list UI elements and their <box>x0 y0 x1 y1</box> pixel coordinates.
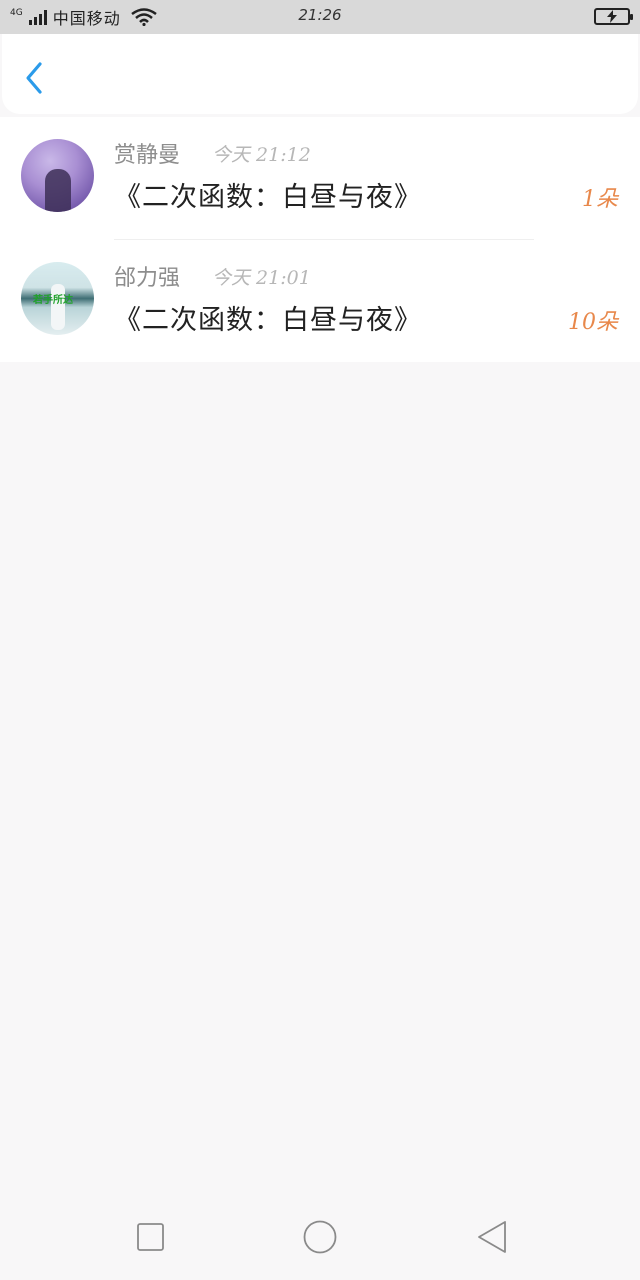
user-name: 邰力强 <box>114 266 181 291</box>
back-button[interactable] <box>16 60 52 96</box>
circle-icon <box>303 1220 337 1254</box>
header <box>2 34 638 114</box>
flower-count: 1朵 <box>582 187 618 212</box>
timestamp: 今天 21:12 <box>212 144 311 166</box>
avatar[interactable] <box>21 139 94 212</box>
gift-list: 赏静曼 今天 21:12 《二次函数：白昼与夜》 1朵 若手所达 邰力强 今天 … <box>0 117 640 362</box>
triangle-back-icon <box>478 1221 506 1253</box>
timestamp: 今天 21:01 <box>212 267 311 289</box>
list-item[interactable]: 若手所达 邰力强 今天 21:01 《二次函数：白昼与夜》 10朵 <box>0 240 640 362</box>
avatar[interactable]: 若手所达 <box>21 262 94 335</box>
home-button[interactable] <box>302 1217 338 1261</box>
chevron-left-icon <box>26 62 42 94</box>
recent-apps-button[interactable] <box>136 1217 166 1261</box>
work-title: 《二次函数：白昼与夜》 <box>114 182 422 213</box>
avatar-text: 若手所达 <box>33 295 73 306</box>
user-name: 赏静曼 <box>114 143 181 168</box>
status-bar: 4G 中国移动 21:26 <box>0 0 640 34</box>
status-time: 21:26 <box>298 6 342 24</box>
flower-count: 10朵 <box>568 310 618 335</box>
battery-charging-icon <box>594 8 633 25</box>
avatar-figure <box>45 169 71 212</box>
list-item[interactable]: 赏静曼 今天 21:12 《二次函数：白昼与夜》 1朵 <box>0 117 640 240</box>
nav-back-button[interactable] <box>476 1217 510 1261</box>
system-nav-bar <box>0 1196 640 1280</box>
screen: 4G 中国移动 21:26 赏静曼 今天 21:12 《二次函数：白昼与夜》 1… <box>0 0 640 1280</box>
work-title: 《二次函数：白昼与夜》 <box>114 305 422 336</box>
square-icon <box>137 1223 164 1251</box>
